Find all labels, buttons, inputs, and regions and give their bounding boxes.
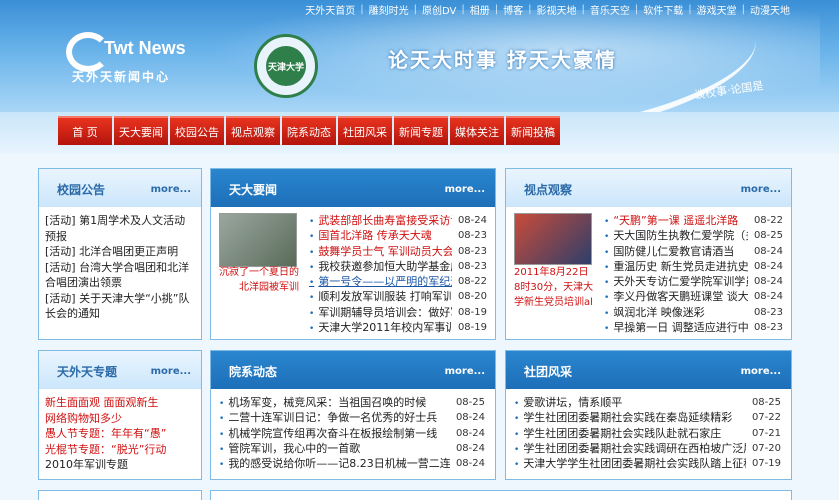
list-item[interactable]: •李义丹做客天鹏班课堂 谈大学的08-24 [604, 289, 783, 304]
nav-tab-view[interactable]: 视点观察 [226, 116, 280, 145]
university-emblem: 天津大学 [254, 34, 318, 98]
logo-name: 天外天新闻中心 [72, 70, 171, 84]
list-item[interactable]: •天大国防生执教仁爱学院（多图08-25 [604, 228, 783, 243]
nav-tab-home[interactable]: 首 页 [58, 116, 112, 145]
more-link[interactable]: more... [741, 366, 781, 377]
news-panel: 天大要闻 more... 沉寂了一个夏日的北洋园被军训 • 武装部部长曲寿富接受采… [210, 168, 496, 340]
panel-header: 社团风采 more... [506, 351, 791, 389]
more-link[interactable]: more... [445, 366, 485, 377]
list-item[interactable]: [活动] 北洋合唱团更正声明 [45, 244, 195, 260]
bottom-panel-right [210, 490, 792, 500]
dept-list: • 机场军变，械竞风采：当祖国召唤的时候 08-25 • 二营十连军训日记：争做一名优… [211, 389, 495, 471]
list-item[interactable]: [活动] 第1周学术及人文活动预报 [45, 213, 195, 244]
list-item[interactable]: • 天津大学学生社团团委暑期社会实践队踏上征程 07-19 [514, 456, 781, 471]
top-navigation: 天外天首页 | 雕刻时光 | 原创DV | 相册 | 博客 | 影视天地 | 音乐天空 | 软… [300, 1, 795, 17]
club-list: • 爱歌讲坛，情系顺平 08-25 • 学生社团团委暑期社会实践在秦岛延续精彩 07-2… [506, 389, 791, 471]
panel-title: 校园公告 [57, 183, 106, 197]
list-item[interactable]: 光棍节专题：“脱光”行动 [45, 442, 195, 458]
list-item[interactable]: [活动] 关于天津大学“小挑”队长会的通知 [45, 291, 195, 322]
view-photo-caption[interactable]: 2011年8月22日8时30分，天津大学新生党员培训al [514, 265, 594, 310]
emblem-text: 天津大学 [266, 46, 306, 86]
list-item[interactable]: • 学生社团团委暑期社会实践在秦岛延续精彩 07-22 [514, 410, 781, 425]
list-item[interactable]: •鼓舞学员士气 军训动员大会圆满08-23 [309, 244, 487, 259]
nav-tab-news[interactable]: 天大要闻 [114, 116, 168, 145]
list-item[interactable]: • 爱歌讲坛，情系顺平 08-25 [514, 395, 781, 410]
nav-tab-submit[interactable]: 新闻投稿 [506, 116, 560, 145]
more-link[interactable]: more... [151, 184, 191, 195]
panel-title: 视点观察 [524, 183, 573, 197]
panel-title: 天大要闻 [229, 183, 278, 197]
list-item[interactable]: 新生面面观 面面观新生 [45, 395, 195, 411]
topnav-link[interactable]: 动漫天地 [745, 2, 795, 17]
list-item[interactable]: 愚人节专题：年年有“愚” [45, 426, 195, 442]
news-list: •武装部部长曲寿富接受采访谈军训08-24 •国首北洋路 传承天大魂08-23 … [303, 209, 495, 335]
list-item[interactable]: • 学生社团团委暑期社会实践队赴就石家庄 07-21 [514, 426, 781, 441]
list-item[interactable]: •天津大学2011年校内军事训练实08-19 [309, 320, 487, 335]
news-photo-caption[interactable]: 沉寂了一个夏日的北洋园被军训 [219, 265, 299, 295]
list-item[interactable]: •我的感受说给你听——记8.23日机械一营二连二排训军08-24 [219, 456, 485, 471]
view-panel: 视点观察 more... 2011年8月22日8时30分，天津大学新生党员培训a… [505, 168, 792, 340]
more-link[interactable]: more... [151, 366, 191, 377]
special-list: 新生面面观 面面观新生 网络购物知多少 愚人节专题：年年有“愚” 光棍节专题：“… [39, 389, 201, 473]
panel-header: 天外天专题 more... [39, 351, 201, 389]
panel-title: 社团风采 [524, 365, 573, 379]
view-list: •“天鹏”第一课 遥遥北洋路08-22 •天大国防生执教仁爱学院（多图08-25… [598, 209, 791, 335]
list-item[interactable]: • 军训期辅导员培训会：做好军 08-19 [309, 305, 487, 320]
site-header: 天外天首页 | 雕刻时光 | 原创DV | 相册 | 博客 | 影视天地 | 音乐天空 | 软… [0, 0, 839, 112]
panel-header: 天大要闻 more... [211, 169, 495, 207]
header-slogan: 论天大时事 抒天大豪情 [388, 48, 617, 72]
list-item[interactable]: •顺利发放军训服装 打响军训第一08-20 [309, 289, 487, 304]
list-item[interactable]: • “天鹏”第一课 遥遥北洋路 08-22 [604, 213, 783, 228]
view-photo[interactable] [514, 213, 592, 265]
list-item[interactable]: • 国防健儿仁爱教官请酒当 08-24 [604, 244, 783, 259]
list-item[interactable]: 2010年军训专题 [45, 457, 195, 473]
list-item[interactable]: 网络购物知多少 [45, 411, 195, 427]
notice-list: [活动] 第1周学术及人文活动预报 [活动] 北洋合唱团更正声明 [活动] 台湾… [39, 207, 201, 322]
nav-tab-special[interactable]: 新闻专题 [394, 116, 448, 145]
nav-tab-media[interactable]: 媒体关注 [450, 116, 504, 145]
panel-header: 视点观察 more... [506, 169, 791, 207]
list-item[interactable]: • 二营十连军训日记：争做一名优秀的好士兵 08-24 [219, 410, 485, 425]
logo-brand: Twt News [104, 38, 186, 58]
topnav-link[interactable]: 天外天首页 [300, 2, 360, 17]
topnav-link[interactable]: 原创DV [417, 2, 461, 17]
bottom-panel-left [38, 490, 202, 500]
topnav-link[interactable]: 游戏天堂 [692, 2, 742, 17]
list-item[interactable]: • 天外天专访仁爱学院军训学员 08-24 [604, 274, 783, 289]
topnav-link[interactable]: 音乐天空 [585, 2, 635, 17]
topnav-link[interactable]: 相册 [465, 2, 495, 17]
nav-tab-notice[interactable]: 校园公告 [170, 116, 224, 145]
dept-panel: 院系动态 more... • 机场军变，械竞风采：当祖国召唤的时候 08-25 • 二… [210, 350, 496, 480]
list-item[interactable]: • 飒润北洋 映像迷彩 08-23 [604, 305, 783, 320]
news-photo[interactable] [219, 213, 297, 267]
special-panel: 天外天专题 more... 新生面面观 面面观新生 网络购物知多少 愚人节专题：… [38, 350, 202, 480]
panel-title: 天外天专题 [57, 365, 118, 379]
list-item[interactable]: • 机场军变，械竞风采：当祖国召唤的时候 08-25 [219, 395, 485, 410]
list-item[interactable]: [活动] 台湾大学合唱团和北洋合唱团演出领票 [45, 260, 195, 291]
list-item[interactable]: • 机械学院宣传组再次奋斗在板报绘制第一线 08-24 [219, 426, 485, 441]
panel-header: 校园公告 more... [39, 169, 201, 207]
notice-panel: 校园公告 more... [活动] 第1周学术及人文活动预报 [活动] 北洋合唱… [38, 168, 202, 340]
more-link[interactable]: more... [741, 184, 781, 195]
topnav-link[interactable]: 影视天地 [532, 2, 582, 17]
nav-tab-club[interactable]: 社团风采 [338, 116, 392, 145]
topnav-link[interactable]: 软件下载 [638, 2, 688, 17]
site-logo[interactable]: Twt News 天外天新闻中心 [66, 28, 196, 88]
list-item[interactable]: •武装部部长曲寿富接受采访谈军训08-24 [309, 213, 487, 228]
topnav-link[interactable]: 雕刻时光 [364, 2, 414, 17]
list-item[interactable]: • 早操第一日 调整适应进行中 08-23 [604, 320, 783, 335]
topnav-link[interactable]: 博客 [498, 2, 528, 17]
more-link[interactable]: more... [445, 184, 485, 195]
list-item[interactable]: •我校获邀参加恒大助学基金成立08-23 [309, 259, 487, 274]
club-panel: 社团风采 more... • 爱歌讲坛，情系顺平 08-25 • 学生社团团委暑期社会… [505, 350, 792, 480]
list-item[interactable]: • 国首北洋路 传承天大魂 08-23 [309, 228, 487, 243]
list-item[interactable]: • 重温历史 新生党员走进抗史馆 08-24 [604, 259, 783, 274]
list-item[interactable]: •第一号令——以严明的军纪迎接08-22 [309, 274, 487, 289]
panel-header: 院系动态 more... [211, 351, 495, 389]
main-navigation: 首 页 天大要闻 校园公告 视点观察 院系动态 社团风采 新闻专题 媒体关注 新… [58, 116, 562, 146]
panel-title: 院系动态 [229, 365, 278, 379]
nav-tab-dept[interactable]: 院系动态 [282, 116, 336, 145]
list-item[interactable]: • 学生社团团委暑期社会实践调研在西柏坡广泛展开 07-20 [514, 441, 781, 456]
list-item[interactable]: • 管院军训，我心中的一首歌 08-24 [219, 441, 485, 456]
